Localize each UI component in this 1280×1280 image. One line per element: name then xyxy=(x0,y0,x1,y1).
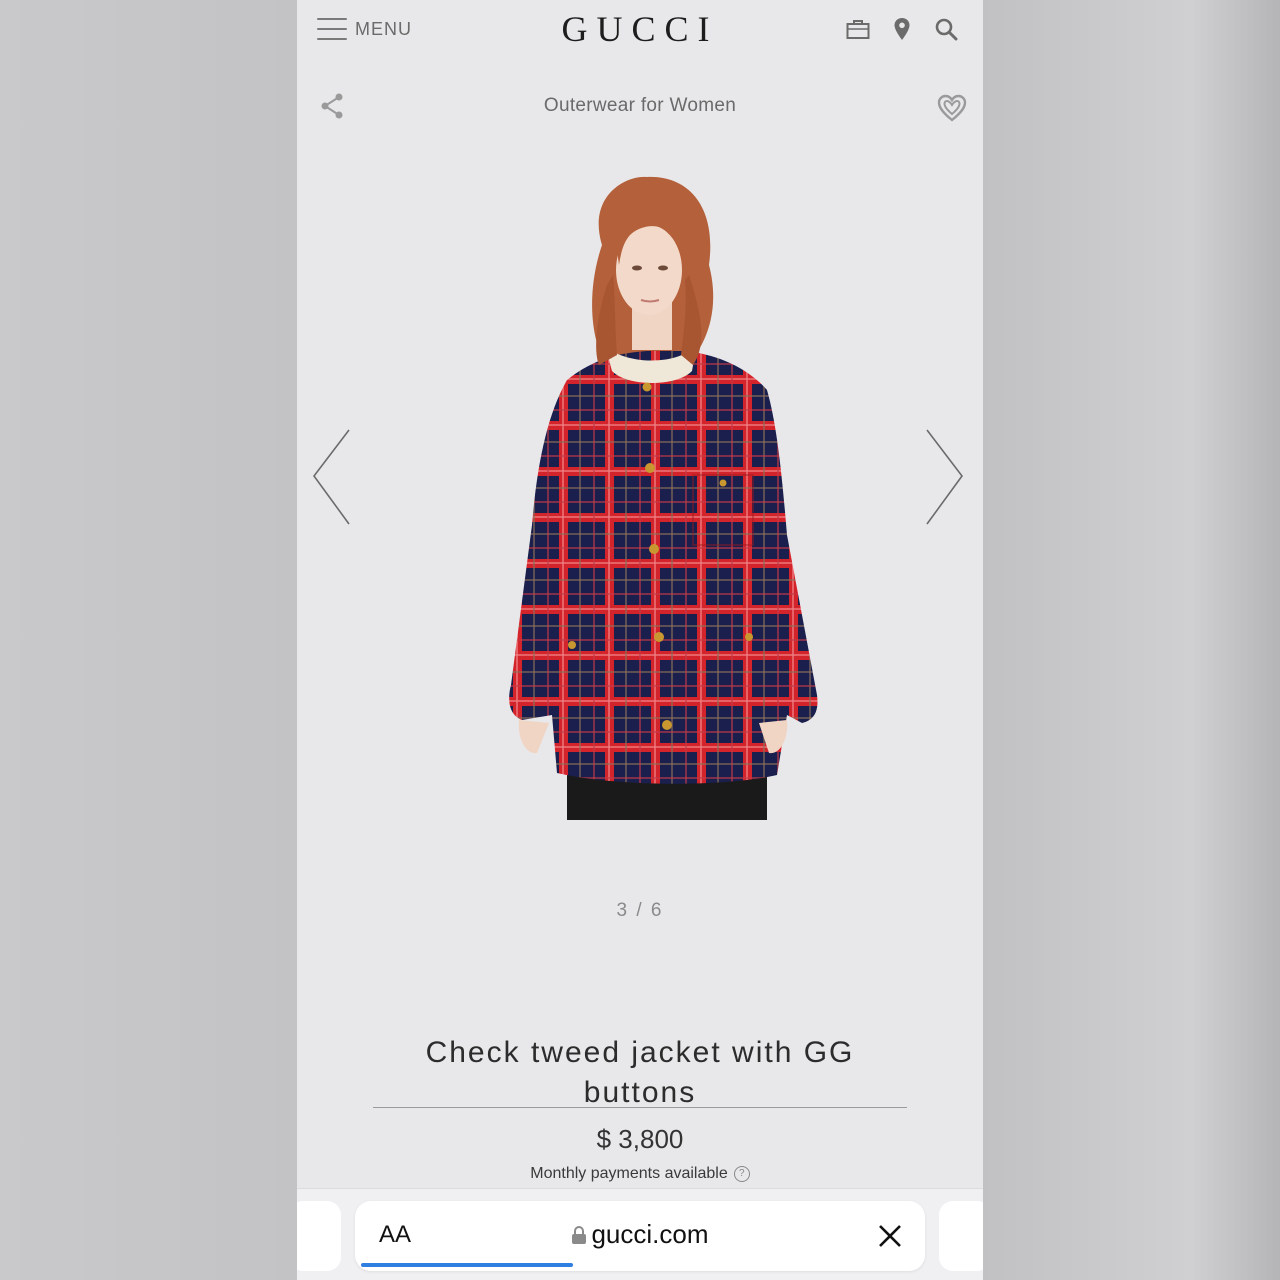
divider xyxy=(373,1107,907,1108)
monthly-payments-note: Monthly payments available? xyxy=(297,1165,983,1183)
url-text: gucci.com xyxy=(591,1219,709,1249)
heart-icon[interactable] xyxy=(937,94,967,122)
background-left xyxy=(0,0,297,1280)
product-title: Check tweed jacket with GG buttons xyxy=(425,1036,855,1110)
previous-image-arrow-icon[interactable] xyxy=(311,428,353,528)
address-bar[interactable]: AA gucci.com xyxy=(355,1201,925,1271)
shopping-bag-icon[interactable] xyxy=(845,16,871,42)
phone-screen: MENU GUCCI Outerwear for Women 3 / 6 Che… xyxy=(297,0,983,1280)
close-icon[interactable] xyxy=(877,1223,903,1249)
background-right xyxy=(983,0,1280,1280)
info-icon[interactable]: ? xyxy=(733,1165,750,1182)
next-image-arrow-icon[interactable] xyxy=(923,428,965,528)
gallery-pager: 3 / 6 xyxy=(616,900,664,921)
search-icon[interactable] xyxy=(933,16,959,42)
previous-tab-preview[interactable] xyxy=(297,1201,341,1271)
page-load-progress xyxy=(361,1263,573,1267)
location-pin-icon[interactable] xyxy=(889,16,915,42)
header-actions xyxy=(845,16,959,42)
next-tab-preview[interactable] xyxy=(939,1201,983,1271)
monthly-payments-label: Monthly payments available xyxy=(530,1165,728,1182)
product-price: $ 3,800 xyxy=(596,1124,684,1154)
breadcrumb-category[interactable]: Outerwear for Women xyxy=(297,95,983,117)
lock-icon xyxy=(571,1221,587,1252)
product-image[interactable] xyxy=(497,175,827,820)
browser-toolbar: AA gucci.com xyxy=(297,1188,983,1280)
url-display[interactable]: gucci.com xyxy=(355,1219,925,1252)
